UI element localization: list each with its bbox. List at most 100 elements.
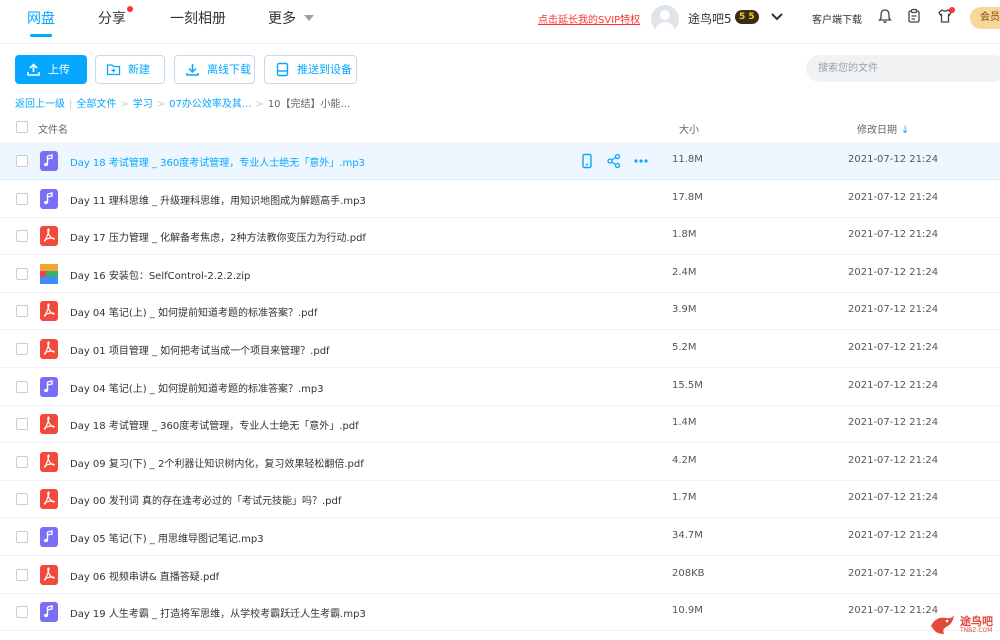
search-input[interactable] (818, 60, 988, 77)
file-modified-date: 2021-07-12 21:24 (848, 492, 939, 504)
select-all-checkbox[interactable] (16, 121, 28, 133)
chevron-down-icon[interactable] (769, 9, 785, 25)
file-name[interactable]: Day 09 复习(下) _ 2个利器让知识树内化，复习效果轻松翻倍.pdf (70, 455, 364, 470)
offline-download-label: 离线下载 (207, 63, 251, 76)
table-row[interactable]: Day 06 视频串讲& 直播答疑.pdf 208KB 2021-07-12 21:… (0, 556, 1000, 594)
row-checkbox[interactable] (16, 418, 28, 431)
mp3-file-icon (40, 602, 58, 623)
breadcrumb-office-efficiency[interactable]: 07办公效率及其... (169, 99, 251, 110)
file-modified-date: 2021-07-12 21:24 (848, 454, 939, 466)
sort-down-arrow-icon[interactable]: ↓ (901, 125, 909, 136)
shirt-notification-dot (949, 7, 955, 13)
avatar[interactable] (651, 5, 679, 33)
breadcrumb-all-files[interactable]: 全部文件 (76, 99, 116, 110)
search-box[interactable] (806, 55, 1000, 82)
table-header: 文件名 大小 修改日期 ↓ (0, 113, 1000, 141)
file-size: 208KB (672, 567, 705, 579)
upload-button[interactable]: 上传 (15, 55, 87, 84)
device-icon (276, 62, 289, 77)
table-row[interactable]: Day 04 笔记(上) _ 如何提前知道考题的标准答案？.pdf 3.9M 202… (0, 292, 1000, 331)
file-size: 15.5M (672, 379, 703, 391)
new-label: 新建 (128, 63, 150, 76)
mp3-file-icon (40, 376, 58, 397)
file-name[interactable]: Day 00 发刊词 真的存在逢考必过的「考试元技能」吗？.pdf (70, 492, 341, 507)
member-button[interactable]: 会员 (970, 7, 1000, 29)
table-row[interactable]: Day 18 考试管理 _ 360度考试管理，专业人士绝无「意外」.mp3 11.… (0, 142, 1000, 180)
file-name[interactable]: Day 16 安装包：SelfControl-2.2.2.zip (70, 267, 250, 282)
table-row[interactable]: Day 11 理科思维 _ 升级理科思维，用知识地图成为解题高手.mp3 17.8… (0, 180, 1000, 218)
file-size: 5.2M (672, 342, 697, 353)
push-to-device-label: 推送到设备 (297, 63, 352, 76)
row-checkbox[interactable] (16, 606, 28, 619)
client-download-link[interactable]: 客户端下载 (812, 11, 862, 26)
push-to-device-button[interactable]: 推送到设备 (264, 55, 357, 84)
phone-icon[interactable] (579, 153, 595, 169)
file-name[interactable]: Day 01 项目管理 _ 如何把考试当成一个项目来管理？.pdf (70, 342, 330, 357)
file-name[interactable]: Day 18 考试管理 _ 360度考试管理，专业人士绝无「意外」.pdf (70, 417, 359, 432)
zip-file-icon (40, 263, 58, 284)
bell-icon[interactable] (877, 8, 893, 24)
row-checkbox[interactable] (16, 380, 28, 393)
file-modified-date: 2021-07-12 21:24 (848, 567, 939, 579)
file-name[interactable]: Day 04 笔记(上) _ 如何提前知道考题的标准答案？.mp3 (70, 380, 324, 395)
row-checkbox[interactable] (16, 305, 28, 318)
new-folder-button[interactable]: 新建 (95, 55, 165, 84)
column-header-name[interactable]: 文件名 (38, 121, 68, 136)
clipboard-icon[interactable] (906, 8, 922, 24)
offline-download-button[interactable]: 离线下载 (174, 55, 255, 84)
mp3-file-icon (40, 188, 58, 209)
breadcrumb-current: 10【完结】小能... (267, 99, 351, 110)
chevron-down-icon[interactable] (304, 15, 314, 21)
table-row[interactable]: Day 00 发刊词 真的存在逢考必过的「考试元技能」吗？.pdf 1.7M 202… (0, 480, 1000, 519)
column-header-modified[interactable]: 修改日期 ↓ (857, 121, 909, 136)
share-icon[interactable] (606, 153, 622, 169)
file-modified-date: 2021-07-12 21:24 (848, 417, 939, 429)
table-row[interactable]: Day 04 笔记(上) _ 如何提前知道考题的标准答案？.mp3 15.5M 20… (0, 368, 1000, 406)
more-icon[interactable] (633, 153, 649, 169)
table-row[interactable]: Day 17 压力管理 _ 化解备考焦虑，2种方法教你变压力为行动.pdf 1.8… (0, 217, 1000, 256)
breadcrumb-separator: > (120, 99, 129, 110)
file-name[interactable]: Day 06 视频串讲& 直播答疑.pdf (70, 568, 219, 583)
row-checkbox[interactable] (16, 455, 28, 468)
row-checkbox[interactable] (16, 192, 28, 205)
file-name[interactable]: Day 19 人生考霸 _ 打造将军思维，从学校考霸跃迁人生考霸.mp3 (70, 605, 366, 620)
tab-album[interactable]: 一刻相册 (170, 8, 226, 28)
tab-share[interactable]: 分享 (98, 8, 126, 28)
table-row[interactable]: Day 18 考试管理 _ 360度考试管理，专业人士绝无「意外」.pdf 1.4… (0, 405, 1000, 444)
file-modified-date: 2021-07-12 21:24 (848, 154, 939, 165)
file-modified-date: 2021-07-12 21:24 (848, 530, 939, 541)
tab-more[interactable]: 更多 (268, 8, 296, 28)
row-checkbox[interactable] (16, 531, 28, 543)
tab-netdisk[interactable]: 网盘 (27, 8, 55, 28)
row-checkbox[interactable] (16, 493, 28, 506)
row-checkbox[interactable] (16, 343, 28, 355)
table-row[interactable]: Day 01 项目管理 _ 如何把考试当成一个项目来管理？.pdf 5.2M 202… (0, 330, 1000, 368)
table-row[interactable]: Day 05 笔记(下) _ 用思维导图记笔记.mp3 34.7M 2021-07-… (0, 518, 1000, 556)
pdf-file-icon (40, 451, 58, 472)
row-checkbox[interactable] (16, 568, 28, 581)
vip-level-badge: 5 5 (735, 10, 759, 24)
row-actions (579, 153, 659, 169)
pdf-file-icon (40, 301, 58, 322)
pdf-file-icon (40, 414, 58, 435)
file-name[interactable]: Day 05 笔记(下) _ 用思维导图记笔记.mp3 (70, 530, 264, 545)
table-row[interactable]: Day 16 安装包：SelfControl-2.2.2.zip 2.4M 2021… (0, 255, 1000, 293)
svip-extend-link[interactable]: 点击延长我的SVIP特权 (538, 11, 640, 26)
file-name[interactable]: Day 11 理科思维 _ 升级理科思维，用知识地图成为解题高手.mp3 (70, 192, 366, 207)
row-checkbox[interactable] (16, 267, 28, 280)
table-row[interactable]: Day 09 复习(下) _ 2个利器让知识树内化，复习效果轻松翻倍.pdf 4.… (0, 443, 1000, 481)
file-name[interactable]: Day 17 压力管理 _ 化解备考焦虑，2种方法教你变压力为行动.pdf (70, 229, 366, 244)
breadcrumb-study[interactable]: 学习 (133, 99, 153, 110)
column-header-size[interactable]: 大小 (679, 121, 699, 136)
row-checkbox[interactable] (16, 230, 28, 243)
table-row[interactable]: Day 19 人生考霸 _ 打造将军思维，从学校考霸跃迁人生考霸.mp3 10.9… (0, 593, 1000, 632)
top-nav: 网盘 分享 一刻相册 更多 点击延长我的SVIP特权 途鸟吧5 5 5 客户端下… (0, 0, 1000, 44)
file-name[interactable]: Day 18 考试管理 _ 360度考试管理，专业人士绝无「意外」.mp3 (70, 154, 365, 169)
file-size: 34.7M (672, 530, 703, 541)
row-checkbox[interactable] (16, 155, 28, 167)
file-size: 3.9M (672, 304, 697, 316)
file-modified-date: 2021-07-12 21:24 (848, 266, 939, 278)
file-name[interactable]: Day 04 笔记(上) _ 如何提前知道考题的标准答案？.pdf (70, 304, 317, 319)
breadcrumb-back[interactable]: 返回上一级 (15, 99, 65, 110)
username[interactable]: 途鸟吧5 (688, 10, 732, 27)
